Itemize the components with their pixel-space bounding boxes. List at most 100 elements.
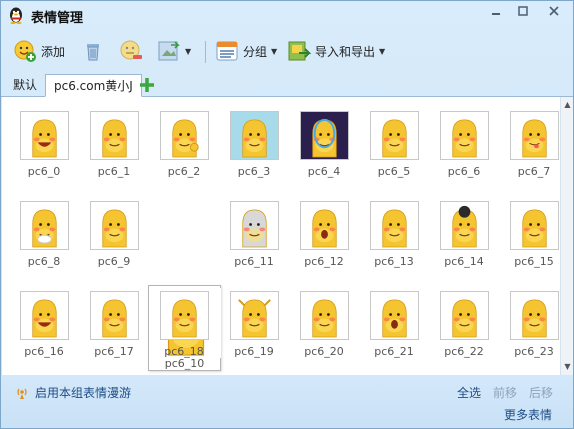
- bean-emoticon-image: [21, 292, 68, 339]
- emoticon-thumbnail[interactable]: [440, 291, 489, 340]
- group-button[interactable]: 分组 ▼: [215, 37, 277, 65]
- bean-emoticon-image: [511, 202, 558, 249]
- emoticon-thumbnail[interactable]: [510, 201, 559, 250]
- tab-default[interactable]: 默认: [5, 74, 45, 97]
- close-button[interactable]: [541, 3, 567, 21]
- emoticon-thumbnail[interactable]: [20, 201, 69, 250]
- minimize-icon: [492, 13, 500, 15]
- emoticon-label: pc6_15: [514, 255, 554, 268]
- emoticon-thumbnail[interactable]: [20, 291, 69, 340]
- move-back-link[interactable]: 后移: [529, 384, 553, 401]
- add-button-label: 添加: [41, 44, 66, 59]
- emoticon-cell[interactable]: pc6_18: [154, 287, 214, 367]
- emoticon-cell[interactable]: pc6_4: [294, 107, 354, 187]
- emoticon-cell[interactable]: pc6_19: [224, 287, 284, 367]
- emoticon-label: pc6_19: [234, 345, 274, 358]
- add-button[interactable]: 添加: [13, 37, 65, 65]
- emoticon-cell[interactable]: pc6_13: [364, 197, 424, 277]
- emoticon-cell[interactable]: pc6_2: [154, 107, 214, 187]
- emoticon-thumbnail[interactable]: [90, 291, 139, 340]
- emoticon-cell[interactable]: pc6_1: [84, 107, 144, 187]
- emoticon-thumbnail[interactable]: [230, 201, 279, 250]
- emoticon-thumbnail[interactable]: [20, 111, 69, 160]
- emoticon-cell[interactable]: pc6_6: [434, 107, 494, 187]
- emoticon-cell[interactable]: pc6_20: [294, 287, 354, 367]
- select-all-link[interactable]: 全选: [457, 384, 481, 401]
- emoticon-remove-icon: [120, 40, 142, 60]
- emoticon-cell[interactable]: pc6_23: [504, 287, 560, 367]
- emoticon-label: pc6_17: [94, 345, 134, 358]
- emoticon-cell[interactable]: pc6_9: [84, 197, 144, 277]
- emoticon-thumbnail[interactable]: [510, 291, 559, 340]
- emoticon-label: pc6_14: [444, 255, 484, 268]
- bean-emoticon-image: [301, 202, 348, 249]
- emoticon-label: pc6_23: [514, 345, 554, 358]
- roam-toggle[interactable]: 启用本组表情漫游: [15, 384, 131, 401]
- emoticon-thumbnail[interactable]: [300, 201, 349, 250]
- emoticon-label: pc6_1: [97, 165, 131, 178]
- emoticon-manager-window: 表情管理 添加 ▼ 分组 ▼ 导入和导出 ▼ 默认 pc6.com黄小J pc6…: [0, 0, 574, 429]
- close-icon: [549, 6, 559, 16]
- qq-penguin-icon: [10, 7, 22, 24]
- group-button-label: 分组: [243, 44, 268, 59]
- emoticon-cell[interactable]: pc6_3: [224, 107, 284, 187]
- emoticon-thumbnail[interactable]: [90, 201, 139, 250]
- emoticon-thumbnail[interactable]: [440, 111, 489, 160]
- delete-button[interactable]: [81, 37, 105, 65]
- emoticon-label: pc6_9: [97, 255, 131, 268]
- emoticon-thumbnail[interactable]: [370, 111, 419, 160]
- chevron-down-icon: ▼: [271, 46, 278, 56]
- emoticon-thumbnail[interactable]: [90, 111, 139, 160]
- emoticon-thumbnail[interactable]: [370, 201, 419, 250]
- emoticon-thumbnail[interactable]: [230, 111, 279, 160]
- emoticon-thumbnail[interactable]: [370, 291, 419, 340]
- bean-emoticon-image: [441, 202, 488, 249]
- bean-emoticon-image: [371, 112, 418, 159]
- emoticon-cell[interactable]: pc6_0: [14, 107, 74, 187]
- emoticon-cell[interactable]: pc6_12: [294, 197, 354, 277]
- scroll-down-icon[interactable]: ▼: [562, 361, 573, 373]
- roam-signal-icon: [17, 388, 27, 399]
- add-group-icon[interactable]: [138, 76, 156, 94]
- edit-button[interactable]: [119, 37, 143, 65]
- emoticon-cell[interactable]: pc6_5: [364, 107, 424, 187]
- window-title: 表情管理: [31, 11, 84, 26]
- maximize-button[interactable]: [510, 3, 536, 21]
- bean-emoticon-image: [161, 112, 208, 159]
- recycle-bin-icon: [87, 44, 99, 61]
- move-forward-link[interactable]: 前移: [493, 384, 517, 401]
- title-bar[interactable]: 表情管理: [1, 1, 573, 29]
- tab-pc6-huangxiaoj[interactable]: pc6.com黄小J: [45, 74, 142, 97]
- emoticon-cell[interactable]: pc6_7: [504, 107, 560, 187]
- emoticon-thumbnail[interactable]: [160, 291, 209, 340]
- emoticon-cell[interactable]: pc6_16: [14, 287, 74, 367]
- emoticon-cell[interactable]: pc6_21: [364, 287, 424, 367]
- emoticon-cell[interactable]: pc6_11: [224, 197, 284, 277]
- group-list-icon: [216, 41, 238, 61]
- emoticon-cell[interactable]: pc6_22: [434, 287, 494, 367]
- import-export-button[interactable]: 导入和导出 ▼: [287, 37, 385, 65]
- scroll-up-icon[interactable]: ▲: [562, 99, 573, 111]
- emoticon-thumbnail[interactable]: [300, 291, 349, 340]
- bean-emoticon-image: [231, 292, 278, 339]
- emoticon-cell[interactable]: pc6_14: [434, 197, 494, 277]
- emoticon-thumbnail[interactable]: [300, 111, 349, 160]
- emoticon-thumbnail[interactable]: [160, 111, 209, 160]
- emoticon-cell[interactable]: pc6_8: [14, 197, 74, 277]
- emoticon-thumbnail[interactable]: [510, 111, 559, 160]
- bean-emoticon-image: [91, 112, 138, 159]
- emoticon-thumbnail[interactable]: [440, 201, 489, 250]
- bean-emoticon-image: [371, 292, 418, 339]
- emoticon-cell[interactable]: pc6_17: [84, 287, 144, 367]
- minimize-button[interactable]: [483, 3, 509, 21]
- bean-emoticon-image: [21, 202, 68, 249]
- more-emoticons-link[interactable]: 更多表情: [504, 406, 552, 423]
- export-dropdown-button[interactable]: ▼: [157, 37, 191, 65]
- emoticon-label: pc6_4: [307, 165, 341, 178]
- emoticon-thumbnail[interactable]: [230, 291, 279, 340]
- bean-emoticon-image: [91, 292, 138, 339]
- vertical-scrollbar[interactable]: ▲ ▼: [560, 97, 573, 375]
- emoticon-cell[interactable]: pc6_15: [504, 197, 560, 277]
- import-export-icon: [288, 41, 311, 61]
- emoticon-label: pc6_20: [304, 345, 344, 358]
